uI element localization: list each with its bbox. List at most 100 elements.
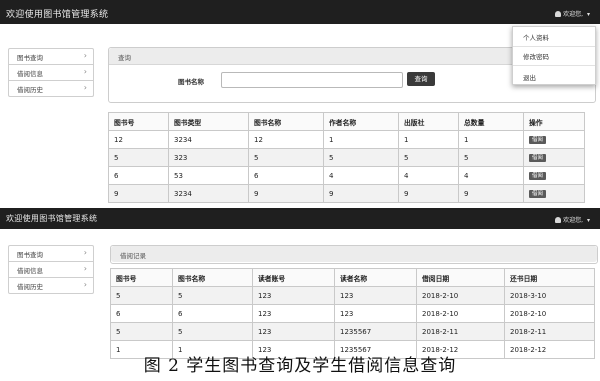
user-icon	[555, 217, 562, 223]
table-cell: 2018-2-10	[416, 304, 505, 323]
table-cell: 2018-3-10	[504, 286, 595, 305]
dropdown-divider	[513, 65, 595, 66]
caret-down-icon: ▾	[586, 11, 590, 18]
table-cell-action: 借阅	[523, 130, 585, 149]
chevron-right-icon: ›	[83, 280, 87, 289]
table-cell: 5	[458, 148, 524, 167]
chevron-right-icon: ›	[83, 67, 87, 76]
user-label: 欢迎您,	[563, 217, 584, 224]
column-header: 操作	[523, 112, 585, 131]
table-cell: 5	[172, 286, 253, 305]
table-cell: 6	[248, 166, 324, 185]
sidebar-item-borrow-history[interactable]: 借阅历史 ›	[8, 278, 94, 294]
borrow-button[interactable]: 借阅	[529, 190, 547, 198]
table-row: 9 3234 9 9 9 9 借阅	[108, 184, 585, 203]
table-cell: 6	[108, 166, 169, 185]
table-cell: 5	[398, 148, 459, 167]
user-icon	[555, 11, 562, 17]
table-cell: 1	[398, 130, 459, 149]
table-cell: 12	[248, 130, 324, 149]
sidebar-item-book-query[interactable]: 图书查询 ›	[8, 245, 94, 262]
dropdown-item[interactable]: 个人资料	[523, 32, 549, 42]
table-cell: 123	[252, 286, 335, 305]
chevron-right-icon: ›	[83, 51, 87, 60]
table-cell: 3234	[168, 184, 249, 203]
search-button[interactable]: 查询	[407, 72, 435, 86]
sidebar: 图书查询 › 借阅信息 › 借阅历史 ›	[8, 245, 94, 294]
table-cell: 1	[323, 130, 399, 149]
sidebar-item-borrow-info[interactable]: 借阅信息 ›	[8, 262, 94, 278]
panel-title: 借阅记录	[120, 252, 146, 260]
table-cell: 53	[168, 166, 249, 185]
sidebar: 图书查询 › 借阅信息 › 借阅历史 ›	[8, 48, 94, 97]
borrow-records-table: 图书号 图书名称 读者账号 读者名称 借阅日期 还书日期 5 5 123 123 2018-2-1…	[110, 268, 595, 359]
sidebar-item-borrow-info[interactable]: 借阅信息 ›	[8, 65, 94, 81]
table-cell: 5	[323, 148, 399, 167]
table-cell-action: 借阅	[523, 184, 585, 203]
caret-down-icon: ▾	[586, 217, 590, 224]
table-cell-action: 借阅	[523, 166, 585, 185]
bottom-navbar: 欢迎使用图书馆管理系统 欢迎您, ▾	[0, 208, 600, 229]
table-cell: 1235567	[334, 322, 417, 341]
table-cell: 2018-2-11	[416, 322, 505, 341]
chevron-right-icon: ›	[83, 264, 87, 273]
column-header: 总数量	[458, 112, 524, 131]
table-cell: 12	[108, 130, 169, 149]
table-cell: 2018-2-10	[504, 304, 595, 323]
book-name-input[interactable]	[221, 72, 403, 88]
chevron-right-icon: ›	[83, 248, 87, 257]
dropdown-item[interactable]: 修改密码	[523, 51, 549, 61]
table-row: 12 3234 12 1 1 1 借阅	[108, 130, 585, 149]
table-cell: 9	[398, 184, 459, 203]
sidebar-item-label: 借阅信息	[17, 70, 43, 78]
column-header: 图书名称	[248, 112, 324, 131]
top-navbar: 欢迎使用图书馆管理系统 欢迎您, ▾	[0, 0, 600, 24]
table-cell: 123	[334, 286, 417, 305]
table-cell: 6	[110, 304, 173, 323]
user-label: 欢迎您,	[563, 11, 584, 18]
panel-title: 查询	[118, 54, 131, 62]
table-cell: 123	[252, 304, 335, 323]
table-cell: 4	[458, 166, 524, 185]
figure-caption: 图 2 学生图书查询及学生借阅信息查询	[143, 356, 457, 376]
app-title: 欢迎使用图书馆管理系统	[6, 10, 109, 20]
table-row: 5 323 5 5 5 5 借阅	[108, 148, 585, 167]
user-menu-toggle[interactable]: 欢迎您, ▾	[555, 9, 590, 18]
app-title: 欢迎使用图书馆管理系统	[6, 214, 98, 223]
table-cell: 123	[252, 322, 335, 341]
table-cell: 9	[108, 184, 169, 203]
sidebar-item-label: 借阅历史	[17, 283, 43, 291]
dropdown-item[interactable]: 退出	[523, 72, 536, 82]
sidebar-item-borrow-history[interactable]: 借阅历史 ›	[8, 81, 94, 97]
table-cell: 5	[108, 148, 169, 167]
borrow-panel-header: 借阅记录	[111, 246, 597, 262]
column-header: 借阅日期	[416, 268, 505, 287]
borrow-button[interactable]: 借阅	[529, 154, 547, 162]
column-header: 还书日期	[504, 268, 595, 287]
borrow-button[interactable]: 借阅	[529, 136, 547, 144]
table-cell: 123	[334, 304, 417, 323]
column-header: 出版社	[398, 112, 459, 131]
table-cell-action: 借阅	[523, 148, 585, 167]
table-cell: 1	[458, 130, 524, 149]
column-header: 图书号	[108, 112, 169, 131]
table-cell: 3234	[168, 130, 249, 149]
sidebar-item-label: 借阅信息	[17, 267, 43, 275]
column-header: 读者名称	[334, 268, 417, 287]
dropdown-divider	[513, 46, 595, 47]
table-row: 6 53 6 4 4 4 借阅	[108, 166, 585, 185]
table-cell: 5	[110, 322, 173, 341]
user-menu-toggle[interactable]: 欢迎您, ▾	[555, 215, 590, 224]
table-cell: 2018-2-10	[416, 286, 505, 305]
table-row: 5 5 123 123 2018-2-10 2018-3-10	[110, 286, 595, 305]
table-cell: 4	[323, 166, 399, 185]
table-cell: 2018-2-11	[504, 322, 595, 341]
sidebar-item-book-query[interactable]: 图书查询 ›	[8, 48, 94, 65]
table-cell: 5	[248, 148, 324, 167]
table-cell: 323	[168, 148, 249, 167]
table-row: 6 6 123 123 2018-2-10 2018-2-10	[110, 304, 595, 323]
borrow-button[interactable]: 借阅	[529, 172, 547, 180]
table-cell: 5	[110, 286, 173, 305]
borrow-records-panel: 借阅记录	[110, 245, 598, 264]
table-cell: 9	[323, 184, 399, 203]
